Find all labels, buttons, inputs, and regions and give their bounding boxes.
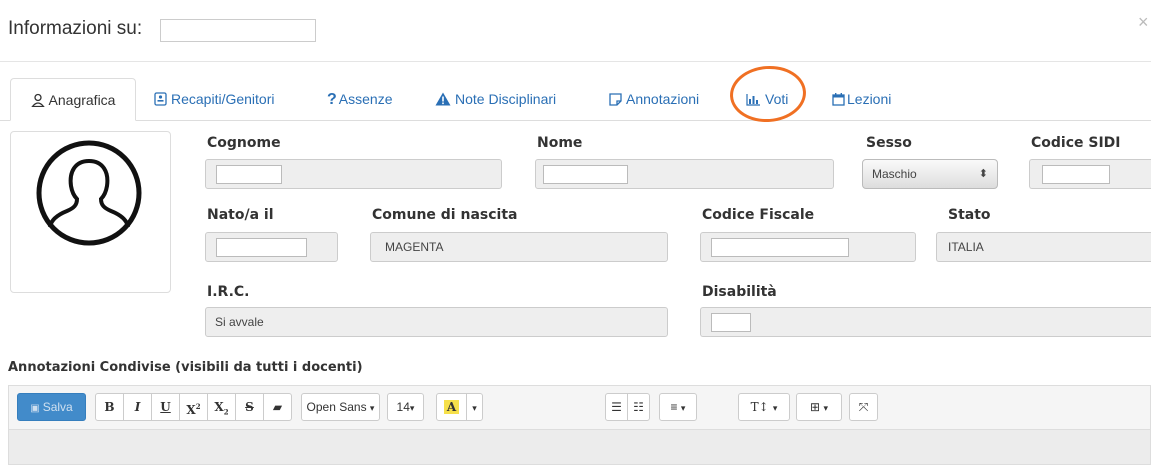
nato-il-value-box <box>216 238 307 257</box>
cognome-label: Cognome <box>207 135 281 151</box>
superscript-button[interactable]: X2 <box>179 393 208 421</box>
save-button[interactable]: ▣ Salva <box>17 393 86 421</box>
caret-down-icon: ▾ <box>772 404 778 414</box>
select-arrows-icon: ⬍ <box>978 168 988 180</box>
fullscreen-icon[interactable]: ⤧ <box>849 393 878 421</box>
text-color-dropdown[interactable]: ▾ <box>466 393 483 421</box>
nome-label: Nome <box>537 135 583 151</box>
subscript-mark: 2 <box>223 407 229 417</box>
tab-note-disciplinari[interactable]: Note Disciplinari <box>435 78 556 120</box>
codice-fiscale-value-box <box>711 238 849 257</box>
ordered-list-icon[interactable]: ☷ <box>627 393 650 421</box>
tab-label: Note Disciplinari <box>455 91 557 107</box>
text-color-letter: A <box>443 400 460 414</box>
nome-value-box <box>543 165 628 184</box>
subscript-button[interactable]: X2 <box>207 393 236 421</box>
avatar-icon <box>36 140 142 246</box>
nome-field[interactable] <box>535 159 834 189</box>
nato-il-label: Nato/a il <box>207 207 274 223</box>
cognome-field[interactable] <box>205 159 502 189</box>
caret-down-icon: ▾ <box>409 403 415 413</box>
font-size-value: 14 <box>396 400 410 414</box>
table-dropdown[interactable]: ⊞ ▾ <box>796 393 842 421</box>
line-height-icon: T↕ <box>750 400 769 414</box>
text-color-button[interactable]: A <box>436 393 467 421</box>
italic-button[interactable]: I <box>123 393 152 421</box>
student-photo <box>10 131 171 293</box>
sesso-select[interactable]: Maschio ⬍ <box>862 159 998 189</box>
close-icon[interactable]: × <box>1138 12 1149 33</box>
align-icon: ≡ <box>670 400 678 414</box>
tab-lezioni[interactable]: Lezioni <box>832 78 891 120</box>
tab-assenze[interactable]: ? Assenze <box>327 78 392 120</box>
question-icon: ? <box>327 91 337 108</box>
address-book-icon <box>154 78 167 120</box>
line-height-dropdown[interactable]: T↕ ▾ <box>738 393 790 421</box>
codice-sidi-label: Codice SIDI <box>1031 135 1121 151</box>
tabs-divider <box>0 120 1151 121</box>
sesso-label: Sesso <box>866 135 912 151</box>
font-family-select[interactable]: Open Sans ▾ <box>301 393 380 421</box>
tab-label: Assenze <box>338 91 393 107</box>
annotazioni-editor[interactable] <box>8 429 1151 465</box>
highlight-circle-annotation <box>728 63 808 125</box>
subscript-letter: X <box>214 400 224 414</box>
caret-down-icon: ▾ <box>823 403 828 413</box>
superscript-letter: X <box>186 403 196 417</box>
codice-sidi-field[interactable] <box>1029 159 1151 189</box>
tab-recapiti[interactable]: Recapiti/Genitori <box>154 78 275 120</box>
stato-field[interactable]: ITALIA <box>936 232 1151 262</box>
save-label: Salva <box>42 400 73 414</box>
disabilita-label: Disabilità <box>702 284 777 300</box>
caret-down-icon: ▾ <box>680 403 686 413</box>
tab-label: Anagrafica <box>48 92 116 108</box>
tab-label: Annotazioni <box>626 91 700 107</box>
user-icon <box>30 79 45 121</box>
table-icon: ⊞ <box>810 400 821 414</box>
note-icon <box>609 78 622 120</box>
tab-annotazioni[interactable]: Annotazioni <box>609 78 699 120</box>
header-divider <box>0 61 1151 62</box>
annotazioni-title: Annotazioni Condivise (visibili da tutti… <box>8 360 363 375</box>
comune-label: Comune di nascita <box>372 207 518 223</box>
codice-sidi-value-box <box>1042 165 1110 184</box>
irc-label: I.R.C. <box>207 284 250 300</box>
irc-field[interactable]: Si avvale <box>205 307 668 337</box>
comune-field[interactable]: MAGENTA <box>370 232 668 262</box>
codice-fiscale-field[interactable] <box>700 232 916 262</box>
cognome-value-box <box>216 165 282 184</box>
font-family-value: Open Sans <box>306 400 367 414</box>
disabilita-field[interactable] <box>700 307 1151 337</box>
caret-down-icon: ▾ <box>472 403 477 413</box>
superscript-mark: 2 <box>195 402 201 411</box>
codice-fiscale-label: Codice Fiscale <box>702 207 815 223</box>
underline-button[interactable]: U <box>151 393 180 421</box>
stato-label: Stato <box>948 207 991 223</box>
font-size-select[interactable]: 14▾ <box>387 393 424 421</box>
caret-down-icon: ▾ <box>369 403 375 413</box>
eraser-icon[interactable]: ▰ <box>263 393 292 421</box>
sesso-value: Maschio <box>872 167 917 181</box>
align-dropdown[interactable]: ≡ ▾ <box>659 393 697 421</box>
warning-icon <box>435 78 451 120</box>
bold-button[interactable]: B <box>95 393 124 421</box>
strikethrough-button[interactable]: S <box>235 393 264 421</box>
tab-anagrafica[interactable]: Anagrafica <box>10 78 136 121</box>
tab-label: Recapiti/Genitori <box>171 91 275 107</box>
modal-title: Informazioni su: <box>8 18 143 39</box>
disabilita-value-box <box>711 313 751 332</box>
student-name-field <box>160 19 316 42</box>
nato-il-field[interactable] <box>205 232 338 262</box>
unordered-list-icon[interactable]: ☰ <box>605 393 628 421</box>
save-icon: ▣ <box>30 403 40 414</box>
tab-label: Lezioni <box>847 91 892 107</box>
calendar-icon <box>832 78 845 120</box>
editor-toolbar: ▣ Salva B I U X2 X2 S ▰ Open Sans ▾ 14▾ A… <box>8 385 1151 429</box>
